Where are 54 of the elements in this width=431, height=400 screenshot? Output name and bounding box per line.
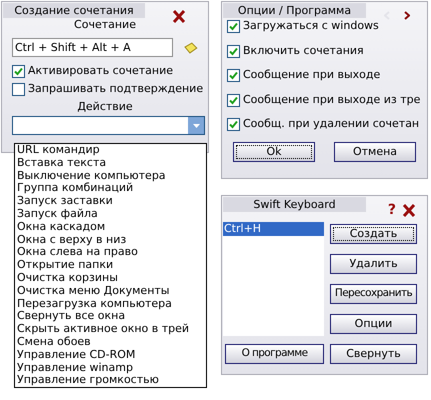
panel-button[interactable]: Ok xyxy=(233,142,315,162)
dropdown-option[interactable]: Свернуть все окна xyxy=(17,310,204,324)
dropdown-option[interactable]: Смена обоев xyxy=(17,336,204,349)
note-icon[interactable] xyxy=(184,42,198,54)
checkbox[interactable] xyxy=(227,118,240,131)
panel-button[interactable]: Опции xyxy=(330,314,417,334)
checkbox-label: Запрашивать подтверждение xyxy=(28,81,204,98)
checkbox-label: Сообщение при выходе xyxy=(243,67,380,84)
panel-button[interactable]: Создать xyxy=(330,224,417,244)
checkbox[interactable] xyxy=(227,69,240,82)
panel-button[interactable]: Пересохранить xyxy=(330,284,417,304)
checkbox[interactable] xyxy=(227,44,240,58)
dropdown-option[interactable]: Управление громкостью xyxy=(17,374,204,388)
dropdown-option[interactable]: Выключение компьютера xyxy=(17,170,204,182)
checkbox[interactable] xyxy=(12,83,25,96)
close-icon[interactable] xyxy=(402,204,416,216)
dropdown-option[interactable]: Вставка текста xyxy=(17,156,204,170)
dropdown-option[interactable]: Управление CD-ROM xyxy=(17,348,204,362)
panel-button[interactable]: Отмена xyxy=(334,142,416,162)
action-dropdown[interactable] xyxy=(12,116,205,135)
dropdown-option[interactable]: Запуск заставки xyxy=(17,195,204,208)
shortcut-field[interactable]: Ctrl + Shift + Alt + A xyxy=(12,38,174,57)
dropdown-option[interactable]: URL командир xyxy=(17,144,204,157)
help-button[interactable]: ? xyxy=(388,203,396,217)
shortcut-item[interactable]: Ctrl+H xyxy=(223,222,324,236)
panel-title: Swift Keyboard xyxy=(223,197,366,212)
checkbox-label: Включить сочетания xyxy=(243,42,364,59)
checkbox[interactable] xyxy=(227,20,240,33)
dropdown-option[interactable]: Управление winamp xyxy=(17,362,204,374)
panel-title: Создание сочетания xyxy=(3,3,145,18)
checkbox[interactable] xyxy=(12,65,25,78)
panel-button[interactable]: Удалить xyxy=(330,254,417,274)
dropdown-option[interactable]: Перезагрузка компьютера xyxy=(17,298,204,310)
panel-button[interactable]: О программе xyxy=(225,344,324,364)
panel-button[interactable]: Свернуть xyxy=(330,344,417,364)
dropdown-option[interactable]: Очистка корзины xyxy=(17,272,204,285)
section-label: Действие xyxy=(76,99,134,114)
dropdown-option[interactable]: Очистка меню Документы xyxy=(17,284,204,298)
dropdown-option[interactable]: Открытие папки xyxy=(17,259,204,272)
dropdown-option[interactable]: Скрыть активное окно в трей xyxy=(17,323,204,336)
dropdown-option[interactable]: Окна с верху в низ xyxy=(17,234,204,246)
dropdown-option[interactable]: Группа комбинаций xyxy=(17,182,204,196)
checkbox-label: Активировать сочетание xyxy=(28,63,173,80)
checkbox-label: Загружаться с windows xyxy=(243,18,379,34)
checkbox-label: Сообщ. при удалении сочетан xyxy=(243,116,420,132)
next-icon[interactable] xyxy=(404,11,410,20)
checkbox[interactable] xyxy=(227,94,240,106)
dropdown-option[interactable]: Окна каскадом xyxy=(17,220,204,234)
dropdown-option[interactable]: Окна слева на право xyxy=(17,246,204,260)
dropdown-option[interactable]: Запуск файла xyxy=(17,208,204,221)
panel-title: Опции / Программа xyxy=(223,3,366,18)
section-label: Сочетание xyxy=(73,17,137,32)
checkbox-label: Сообщение при выходе из тре xyxy=(243,92,420,108)
close-icon[interactable] xyxy=(172,10,186,23)
